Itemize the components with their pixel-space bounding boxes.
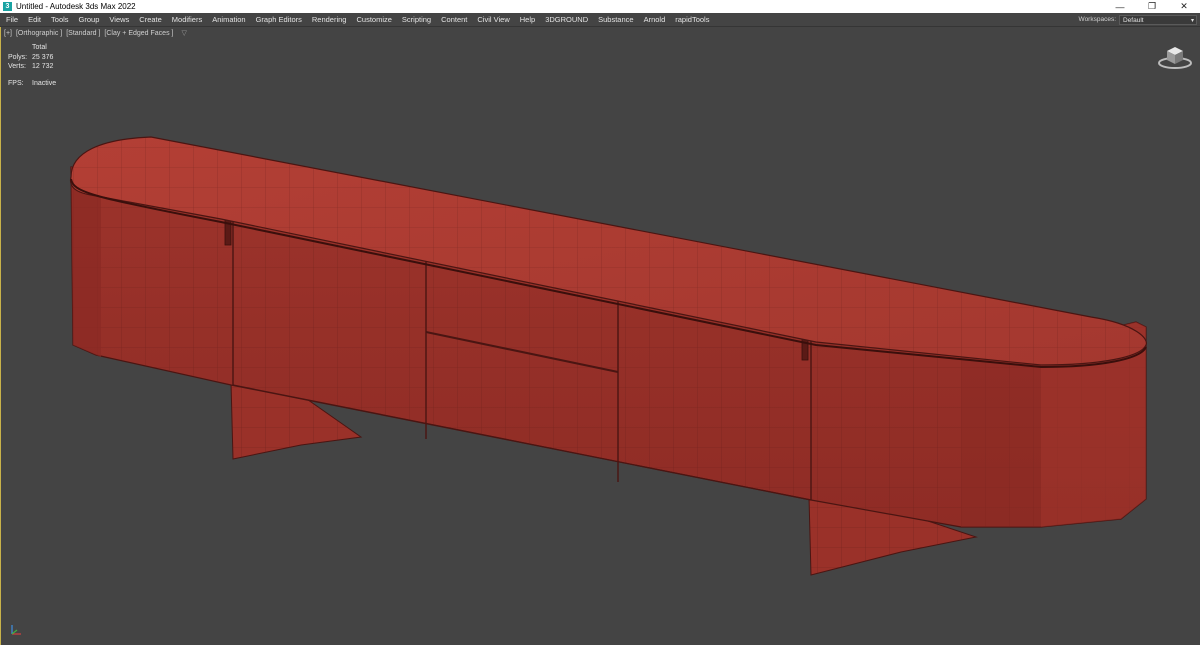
stats-polys-label: Polys: [8, 53, 28, 61]
menu-graph-editors[interactable]: Graph Editors [251, 13, 307, 26]
menu-bar: File Edit Tools Group Views Create Modif… [0, 13, 1200, 27]
menu-views[interactable]: Views [104, 13, 134, 26]
menu-customize[interactable]: Customize [351, 13, 396, 26]
fps-label: FPS: [8, 80, 24, 87]
viewport-menu-label[interactable]: [+] [4, 30, 12, 37]
workspaces-label: Workspaces: [1078, 16, 1116, 23]
stats-polys-value: 25 376 [32, 53, 54, 61]
menu-content[interactable]: Content [436, 13, 472, 26]
view-type-label[interactable]: [Orthographic ] [16, 30, 62, 37]
menu-edit[interactable]: Edit [23, 13, 46, 26]
menu-help[interactable]: Help [515, 13, 540, 26]
window-title: Untitled - Autodesk 3ds Max 2022 [16, 2, 136, 11]
minimize-button[interactable]: — [1104, 0, 1136, 13]
app-icon: 3 [3, 2, 12, 11]
menu-file[interactable]: File [0, 13, 23, 26]
menu-scripting[interactable]: Scripting [397, 13, 436, 26]
display-mode-label[interactable]: [Clay + Edged Faces ] [104, 30, 173, 37]
menu-group[interactable]: Group [74, 13, 105, 26]
menu-3dground[interactable]: 3DGROUND [540, 13, 593, 26]
menu-civil-view[interactable]: Civil View [472, 13, 514, 26]
menu-rendering[interactable]: Rendering [307, 13, 352, 26]
menu-create[interactable]: Create [134, 13, 167, 26]
chevron-down-icon: ▾ [1190, 17, 1194, 24]
workspaces-control: Workspaces: Default ▾ [1079, 14, 1197, 25]
shading-preset-label[interactable]: [Standard ] [66, 30, 100, 37]
stats-verts-value: 12 732 [32, 63, 54, 70]
stats-verts-label: Verts: [8, 63, 26, 70]
menu-tools[interactable]: Tools [46, 13, 74, 26]
title-bar: 3 Untitled - Autodesk 3ds Max 2022 — ❐ ✕ [0, 0, 1200, 13]
viewport-statistics: Total Polys: 25 376 Verts: 12 732 [8, 43, 53, 72]
workspaces-dropdown[interactable]: Default ▾ [1119, 14, 1197, 25]
fps-value: Inactive [32, 80, 57, 87]
workspaces-value: Default [1123, 16, 1144, 24]
viewport-label[interactable]: [+] [Orthographic ] [Standard ] [Clay + … [4, 29, 189, 37]
close-button[interactable]: ✕ [1168, 0, 1200, 13]
menu-substance[interactable]: Substance [593, 13, 638, 26]
stats-total-label: Total [32, 44, 47, 51]
restore-button[interactable]: ❐ [1136, 0, 1168, 13]
menu-animation[interactable]: Animation [207, 13, 250, 26]
menu-modifiers[interactable]: Modifiers [167, 13, 207, 26]
menu-rapidtools[interactable]: rapidTools [670, 13, 714, 26]
viewcube-icon[interactable] [1157, 41, 1193, 71]
axis-tripod-icon [11, 625, 21, 635]
viewport-perspective[interactable]: [+] [Orthographic ] [Standard ] [Clay + … [0, 27, 1200, 645]
fps-readout: FPS: Inactive [8, 80, 56, 87]
menu-arnold[interactable]: Arnold [639, 13, 671, 26]
window-controls: — ❐ ✕ [1104, 0, 1200, 13]
sideboard-model [69, 136, 1147, 576]
filter-icon[interactable]: ▽ [181, 30, 186, 37]
